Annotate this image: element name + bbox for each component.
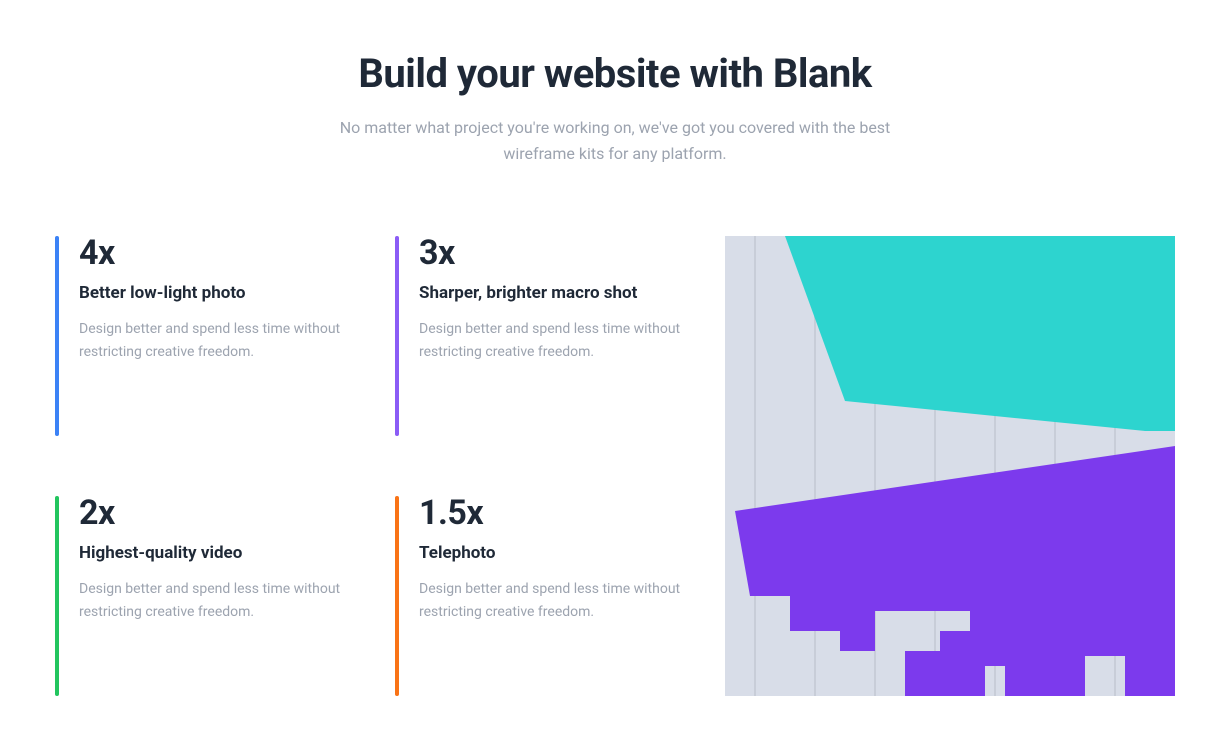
feature-card: 4x Better low-light photo Design better … [55, 236, 345, 436]
feature-description: Design better and spend less time withou… [79, 318, 345, 363]
feature-title: Better low-light photo [79, 282, 345, 304]
feature-title: Sharper, brighter macro shot [419, 282, 685, 304]
feature-description: Design better and spend less time withou… [79, 578, 345, 623]
feature-stat: 2x [79, 496, 345, 530]
feature-stat: 4x [79, 236, 345, 270]
feature-stat: 1.5x [419, 496, 685, 530]
page-title: Build your website with Blank [55, 50, 1175, 97]
feature-card: 1.5x Telephoto Design better and spend l… [395, 496, 685, 696]
hero-image [725, 236, 1175, 696]
page-header: Build your website with Blank No matter … [55, 50, 1175, 166]
accent-bar [395, 236, 399, 436]
feature-title: Telephoto [419, 542, 685, 564]
feature-stat: 3x [419, 236, 685, 270]
features-grid: 4x Better low-light photo Design better … [55, 236, 685, 696]
accent-bar [55, 496, 59, 696]
feature-card: 2x Highest-quality video Design better a… [55, 496, 345, 696]
feature-description: Design better and spend less time withou… [419, 578, 685, 623]
accent-bar [55, 236, 59, 436]
feature-description: Design better and spend less time withou… [419, 318, 685, 363]
feature-card: 3x Sharper, brighter macro shot Design b… [395, 236, 685, 436]
accent-bar [395, 496, 399, 696]
page-subtitle: No matter what project you're working on… [335, 115, 895, 166]
feature-title: Highest-quality video [79, 542, 345, 564]
